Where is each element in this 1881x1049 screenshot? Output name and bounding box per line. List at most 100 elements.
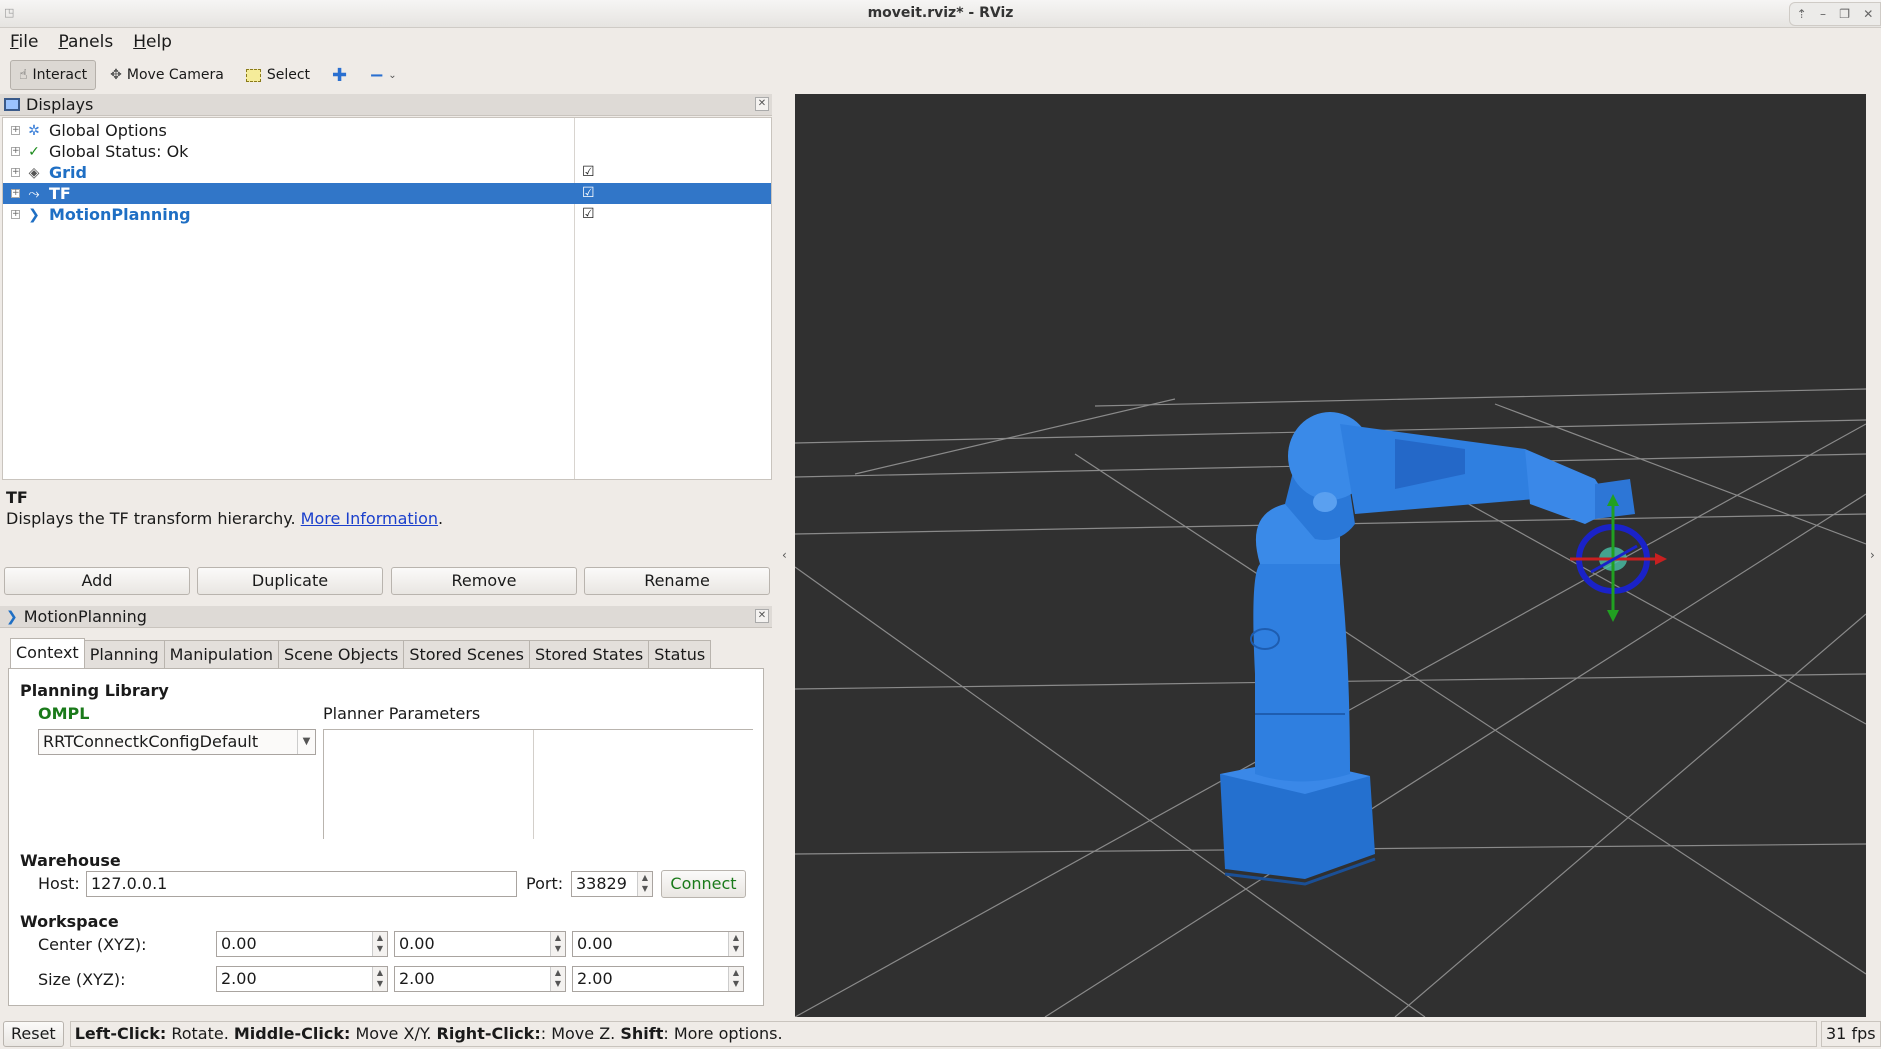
host-input[interactable]: 127.0.0.1 <box>86 871 517 897</box>
center-label: Center (XYZ): <box>38 935 147 954</box>
move-camera-label: Move Camera <box>126 67 224 83</box>
close-displays-panel-icon[interactable]: ✕ <box>755 97 769 111</box>
selection-rect-icon <box>245 68 261 82</box>
tree-item-label: MotionPlanning <box>49 205 191 224</box>
scene-canvas <box>795 388 1866 1017</box>
spin-arrows-icon[interactable]: ▲ ▼ <box>550 967 565 991</box>
tree-item-label: TF <box>49 184 71 203</box>
expand-icon[interactable]: + <box>11 168 20 177</box>
remove-tool-dropdown[interactable]: − ⌄ <box>361 60 404 90</box>
tree-item-label: Grid <box>49 163 87 182</box>
tab-planning[interactable]: Planning <box>83 640 165 668</box>
collapse-right-handle-icon[interactable]: › <box>1870 548 1875 562</box>
display-description: TF Displays the TF transform hierarchy. … <box>2 484 772 560</box>
collapse-left-handle-icon[interactable]: ‹ <box>782 548 787 562</box>
tree-item-label: Global Status: Ok <box>49 142 189 161</box>
select-tool-button[interactable]: Select <box>238 60 318 90</box>
tab-manipulation[interactable]: Manipulation <box>163 640 279 668</box>
duplicate-display-button[interactable]: Duplicate <box>197 567 383 595</box>
interact-tool-button[interactable]: ☝ Interact <box>10 60 97 90</box>
expand-icon[interactable]: + <box>11 210 20 219</box>
workspace-heading: Workspace <box>20 912 119 931</box>
close-motionplanning-panel-icon[interactable]: ✕ <box>755 609 769 623</box>
tab-scene-objects[interactable]: Scene Objects <box>278 640 405 668</box>
center-y-spinbox[interactable]: 0.00 ▲ ▼ <box>394 931 566 957</box>
size-x-spinbox[interactable]: 2.00 ▲ ▼ <box>216 966 388 992</box>
spin-arrows-icon[interactable]: ▲ ▼ <box>550 932 565 956</box>
displays-panel-title: Displays <box>26 95 94 114</box>
size-y-spinbox[interactable]: 2.00 ▲ ▼ <box>394 966 566 992</box>
description-text: Displays the TF transform hierarchy. Mor… <box>6 509 444 528</box>
spin-arrows-icon[interactable]: ▲ ▼ <box>372 967 387 991</box>
chevron-down-icon: ⌄ <box>388 69 397 81</box>
tab-stored-scenes[interactable]: Stored Scenes <box>403 640 530 668</box>
status-bar: Reset Left-Click: Rotate. Middle-Click: … <box>0 1019 1881 1049</box>
spin-arrows-icon[interactable]: ▲ ▼ <box>372 932 387 956</box>
fps-readout: 31 fps <box>1821 1021 1881 1047</box>
motionplanning-enabled-checkbox[interactable]: ☑ <box>582 207 597 222</box>
tree-item-grid[interactable]: + ◈ Grid ☑ <box>3 162 771 183</box>
tab-status[interactable]: Status <box>648 640 712 668</box>
size-z-spinbox[interactable]: 2.00 ▲ ▼ <box>572 966 744 992</box>
tf-icon: ⤳ <box>28 185 40 202</box>
port-spinbox[interactable]: 33829 ▲ ▼ <box>571 871 653 897</box>
motionplanning-panel-title: MotionPlanning <box>23 607 147 626</box>
tab-context[interactable]: Context <box>10 638 85 668</box>
planner-select[interactable]: RRTConnectkConfigDefault ▼ <box>38 729 316 755</box>
warehouse-heading: Warehouse <box>20 851 121 870</box>
spin-arrows-icon[interactable]: ▲ ▼ <box>728 967 743 991</box>
menu-help[interactable]: Help <box>133 32 172 52</box>
expand-icon[interactable]: + <box>11 189 20 198</box>
tree-item-global-options[interactable]: + ✲ Global Options <box>3 120 771 141</box>
3d-render-viewport[interactable] <box>795 94 1866 1017</box>
size-label: Size (XYZ): <box>38 970 126 989</box>
motionplanning-icon: ❯ <box>6 608 18 625</box>
center-z-spinbox[interactable]: 0.00 ▲ ▼ <box>572 931 744 957</box>
connect-button[interactable]: Connect <box>661 870 746 898</box>
minimize-icon[interactable]: – <box>1820 7 1826 21</box>
move-arrows-icon: ✥ <box>110 67 122 83</box>
center-x-spinbox[interactable]: 0.00 ▲ ▼ <box>216 931 388 957</box>
close-window-icon[interactable]: ✕ <box>1863 7 1873 21</box>
minus-icon: − <box>369 64 385 86</box>
interact-label: Interact <box>32 67 88 83</box>
mouse-hint-text: Left-Click: Rotate. Middle-Click: Move X… <box>69 1021 1817 1047</box>
window-title: moveit.rviz* - RViz <box>867 5 1014 21</box>
spin-arrows-icon[interactable]: ▲ ▼ <box>728 932 743 956</box>
context-tab-pane: Planning Library OMPL RRTConnectkConfigD… <box>8 668 764 1006</box>
select-label: Select <box>266 67 311 83</box>
host-label: Host: <box>38 874 80 893</box>
spin-arrows-icon[interactable]: ▲ ▼ <box>637 872 652 896</box>
reset-view-button[interactable]: Reset <box>3 1021 64 1047</box>
planner-parameters-table[interactable] <box>323 729 753 839</box>
tab-stored-states[interactable]: Stored States <box>528 640 650 668</box>
move-camera-tool-button[interactable]: ✥ Move Camera <box>102 60 232 90</box>
motionplanning-icon: ❯ <box>28 206 40 223</box>
menu-panels[interactable]: Panels <box>58 32 113 52</box>
tf-enabled-checkbox[interactable]: ☑ <box>582 186 597 201</box>
more-information-link[interactable]: More Information <box>301 509 438 528</box>
port-label: Port: <box>526 874 564 893</box>
window-controls: ⇡ – ❐ ✕ <box>1789 2 1881 26</box>
tree-item-global-status[interactable]: + ✓ Global Status: Ok <box>3 141 771 162</box>
tree-item-motionplanning[interactable]: + ❯ MotionPlanning ☑ <box>3 204 771 225</box>
remove-display-button[interactable]: Remove <box>391 567 577 595</box>
add-tool-button[interactable]: ✚ <box>324 60 355 90</box>
move-up-icon[interactable]: ⇡ <box>1797 7 1807 21</box>
grid-enabled-checkbox[interactable]: ☑ <box>582 165 597 180</box>
planning-library-name: OMPL <box>38 704 90 723</box>
maximize-icon[interactable]: ❐ <box>1839 7 1850 21</box>
tree-item-label: Global Options <box>49 121 167 140</box>
expand-icon[interactable]: + <box>11 126 20 135</box>
displays-panel-header: Displays ✕ <box>0 94 772 116</box>
description-title: TF <box>6 488 28 507</box>
add-display-button[interactable]: Add <box>4 567 190 595</box>
expand-icon[interactable]: + <box>11 147 20 156</box>
rename-display-button[interactable]: Rename <box>584 567 770 595</box>
tool-bar: ☝ Interact ✥ Move Camera Select ✚ − ⌄ <box>10 59 411 91</box>
planner-parameters-label: Planner Parameters <box>323 704 481 723</box>
motionplanning-tabs: Context Planning Manipulation Scene Obje… <box>10 638 712 668</box>
motionplanning-panel-header: ❯ MotionPlanning ✕ <box>0 606 772 628</box>
tree-item-tf[interactable]: + ⤳ TF ☑ <box>3 183 771 204</box>
menu-file[interactable]: File <box>10 32 38 52</box>
